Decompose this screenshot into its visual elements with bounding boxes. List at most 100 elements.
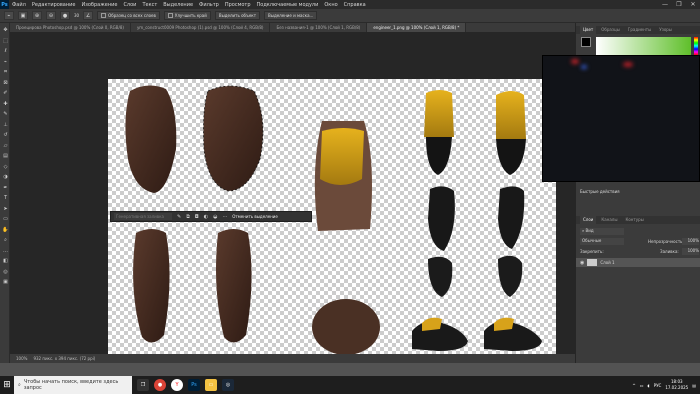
select-subject-button[interactable]: Выделить объект [214, 11, 261, 20]
healing-icon[interactable]: ✚ [2, 101, 9, 107]
clock[interactable]: 18:03 17.02.2025 [665, 379, 688, 391]
tab-color[interactable]: Цвет [580, 26, 597, 34]
type-icon[interactable]: T [2, 195, 9, 201]
layer-name[interactable]: Слой 1 [600, 260, 614, 265]
explorer-icon[interactable]: ▭ [205, 379, 217, 391]
tab-swatches[interactable]: Образцы [598, 26, 623, 34]
fill-input[interactable]: 100% [682, 248, 699, 255]
screenmode-icon[interactable]: ▣ [2, 279, 9, 285]
opacity-input[interactable]: 100% [682, 238, 699, 245]
sample-all-layers-checkbox[interactable]: Образец со всех слоев [97, 11, 160, 20]
eyedropper-icon[interactable]: ✐ [2, 90, 9, 96]
cancel-selection-button[interactable]: Отменить выделение [232, 214, 278, 219]
enhance-edge-checkbox[interactable]: Улучшить край [163, 11, 211, 20]
more-icon[interactable]: ··· [223, 214, 228, 220]
layer-row[interactable]: ◉ Слой 1 [576, 258, 700, 267]
tab-gradients[interactable]: Градиенты [625, 26, 654, 34]
layer-kind-filter[interactable]: ⌕ Вид [580, 228, 624, 235]
crop-icon[interactable]: ⌗ [2, 69, 9, 75]
pen-icon[interactable]: ✒ [2, 185, 9, 191]
volume-icon[interactable]: ◖ [648, 383, 650, 388]
lasso-icon[interactable]: ℓ [2, 48, 9, 54]
menu-view[interactable]: Просмотр [222, 2, 254, 8]
menu-layers[interactable]: Слои [120, 2, 139, 8]
history-brush-icon[interactable]: ↺ [2, 132, 9, 138]
menu-filter[interactable]: Фильтр [196, 2, 222, 8]
quick-select-icon[interactable]: ⌁ [2, 59, 9, 65]
brush-icon[interactable]: ✎ [2, 111, 9, 117]
foreground-color-swatch[interactable] [581, 37, 591, 47]
more-icon[interactable]: … [2, 248, 9, 254]
menu-edit[interactable]: Редактирование [29, 2, 79, 8]
document-tab[interactable]: Без названия-1 @ 100% (Слой 1, RGB/8) [270, 23, 368, 32]
move-icon[interactable]: ✥ [2, 27, 9, 33]
tab-layers[interactable]: Слои [580, 216, 597, 224]
black-forearm-right [498, 186, 525, 249]
menu-help[interactable]: Справка [341, 2, 369, 8]
color-field[interactable] [596, 37, 691, 55]
path-select-icon[interactable]: ➤ [2, 206, 9, 212]
menu-image[interactable]: Изображение [78, 2, 120, 8]
network-icon[interactable]: ▭ [640, 383, 644, 388]
quick-select-tool-icon[interactable]: ⌁ [4, 11, 14, 20]
invert-icon[interactable]: ◐ [204, 214, 208, 220]
new-selection-icon[interactable]: ▣ [18, 11, 28, 20]
search-icon: ⌕ [18, 382, 21, 388]
marquee-icon[interactable]: ⬚ [2, 38, 9, 44]
steam-icon[interactable]: ◎ [222, 379, 234, 391]
eye-icon[interactable]: ◉ [580, 260, 584, 266]
zoom-icon[interactable]: ⌕ [2, 237, 9, 243]
hue-slider[interactable] [694, 37, 698, 55]
yandex-icon[interactable]: Y [171, 379, 183, 391]
brush-size-value[interactable]: 30 [74, 13, 79, 18]
black-cuff-left [426, 137, 452, 175]
blend-mode-select[interactable]: Обычные [580, 238, 624, 245]
menu-file[interactable]: Файл [9, 2, 29, 8]
menu-type[interactable]: Текст [139, 2, 160, 8]
eraser-icon[interactable]: ▱ [2, 143, 9, 149]
subtract-selection-icon[interactable]: ⊖ [46, 11, 56, 20]
zoom-level[interactable]: 100% [16, 356, 27, 361]
hand-icon[interactable]: ✋ [2, 227, 9, 233]
brush-preset-icon[interactable]: ● [60, 11, 70, 20]
select-and-mask-button[interactable]: Выделение и маска... [264, 11, 318, 20]
tray-arrow-icon[interactable]: ^ [632, 383, 635, 388]
mask-icon[interactable]: ◘ [195, 214, 199, 220]
menu-plugins[interactable]: Подключаемые модули [254, 2, 322, 8]
shape-icon[interactable]: ▭ [2, 216, 9, 222]
frame-icon[interactable]: ⊠ [2, 80, 9, 86]
layers-panel-tabs: Слои Каналы Контуры [576, 216, 700, 224]
yellow-sleeve-left [424, 90, 454, 137]
transform-icon[interactable]: ⧉ [186, 214, 190, 220]
windows-start-icon[interactable]: ⊞ [0, 376, 14, 394]
menu-window[interactable]: Окно [321, 2, 340, 8]
minimize-button[interactable]: — [658, 0, 672, 9]
brush-icon[interactable]: ✎ [177, 214, 181, 220]
dodge-icon[interactable]: ◑ [2, 174, 9, 180]
task-view-icon[interactable]: ❐ [137, 379, 149, 391]
taskbar-search[interactable]: ⌕ Чтобы начать поиск, введите здесь запр… [14, 376, 132, 394]
notifications-icon[interactable]: ▤ [692, 383, 696, 388]
lock-label: Закрепить: [580, 249, 604, 254]
document-tab[interactable]: ym_construct0009 Photoshop (1).psd @ 100… [131, 23, 271, 32]
gradient-icon[interactable]: ▤ [2, 153, 9, 159]
stamp-icon[interactable]: ⊥ [2, 122, 9, 128]
quickmask-icon[interactable]: ◎ [2, 269, 9, 275]
menu-select[interactable]: Выделение [160, 2, 196, 8]
add-selection-icon[interactable]: ⊕ [32, 11, 42, 20]
restore-button[interactable]: ❐ [672, 0, 686, 9]
document-tab-active[interactable]: engineer_1.png @ 100% (Слой 1, RGB/8) * [367, 23, 467, 32]
angle-icon[interactable]: ∠ [83, 11, 94, 20]
tab-paths[interactable]: Контуры [622, 216, 646, 224]
tab-patterns[interactable]: Узоры [656, 26, 675, 34]
document-tab[interactable]: Проецирова Photoshop.psd @ 100% (Слой 0,… [10, 23, 131, 32]
fill-icon[interactable]: ◒ [213, 214, 217, 220]
colors-icon[interactable]: ◧ [2, 258, 9, 264]
photoshop-icon[interactable]: Ps [188, 379, 200, 391]
close-button[interactable]: ✕ [686, 0, 700, 9]
language-indicator[interactable]: РУС [654, 383, 662, 388]
generative-fill-input[interactable]: Генеративная заливка [114, 213, 172, 220]
tab-channels[interactable]: Каналы [598, 216, 620, 224]
chrome-icon[interactable]: ● [154, 379, 166, 391]
blur-icon[interactable]: ◇ [2, 164, 9, 170]
